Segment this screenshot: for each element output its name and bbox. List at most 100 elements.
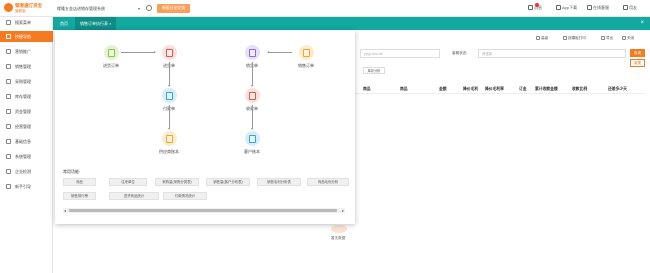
status-select[interactable]: 请选择 <box>478 49 626 58</box>
flow-arrow <box>168 62 171 87</box>
discussion-button[interactable]: 新版讨论交流 <box>157 4 190 13</box>
logo-subtitle: 旗舰版 <box>15 9 26 13</box>
quick-button-partners[interactable]: 往来单位 <box>109 178 147 186</box>
column-header[interactable]: 收款比例 <box>572 87 587 92</box>
close-icon <box>622 36 626 40</box>
column-header[interactable]: 商品 <box>400 87 408 92</box>
sidebar-item-inventory[interactable]: 库存管理 <box>0 91 53 102</box>
online-service-link[interactable]: 在线客服 <box>587 5 609 11</box>
common-functions-title: 常用功能: <box>63 169 81 174</box>
sidebar-item-purchase[interactable]: 采购管理 <box>0 76 53 87</box>
guide-icon <box>6 184 11 189</box>
flow-node-supplier-ledger[interactable]: 供应商账本 <box>152 131 186 155</box>
tab-home[interactable]: 首页 <box>55 17 73 30</box>
user-menu[interactable]: 用友 <box>623 5 637 11</box>
flow-arrow <box>268 52 292 53</box>
flow-node-purchase-order[interactable]: 进货订单 <box>94 45 128 69</box>
horizontal-scrollbar[interactable]: ◂ ▸ <box>63 208 345 213</box>
payment-icon <box>161 88 177 103</box>
tab-sales-order-execution[interactable]: 销售订单执行表 × <box>75 17 117 30</box>
search-button[interactable]: 查询 <box>630 49 645 57</box>
sales-receipt-icon <box>244 45 260 60</box>
column-header[interactable]: 订金 <box>519 87 527 92</box>
empty-illustration-icon <box>331 225 347 233</box>
shield-icon <box>6 169 11 174</box>
filter-icon <box>536 36 540 40</box>
tab-close-icon[interactable]: × <box>109 21 111 26</box>
sales-order-icon <box>298 45 314 60</box>
chevron-down-icon[interactable]: ▾ <box>138 6 140 11</box>
database-icon <box>6 139 11 144</box>
sidebar-item-operations[interactable]: 经营管理 <box>0 121 53 132</box>
close-page-button[interactable]: 关闭 <box>622 36 634 41</box>
column-header[interactable]: 还差多少天 <box>608 87 627 92</box>
sidebar-item-marketing[interactable]: 营销推广 <box>0 46 53 57</box>
sidebar-item-search[interactable]: 搜索菜单 <box>0 17 53 28</box>
table-header: 商品 商品 金额 降价毛利 降价毛利率 订金 累计收款金额 收款比例 还差多少天 <box>353 85 645 94</box>
inventory-analysis-tab[interactable]: 库存分析 <box>363 67 385 74</box>
scrollbar-thumb[interactable] <box>69 209 337 212</box>
column-header[interactable]: 降价毛利 <box>463 87 478 92</box>
scroll-left-icon[interactable]: ◂ <box>64 208 66 213</box>
headset-icon <box>587 5 592 10</box>
box-icon <box>6 94 11 99</box>
sidebar-item-guide[interactable]: 新手引导 <box>0 181 53 192</box>
printer-icon <box>563 36 567 40</box>
date-input[interactable]: yyyy-mm-dd <box>360 49 440 58</box>
flow-arrow <box>121 51 156 53</box>
sidebar-item-sales[interactable]: 销售管理 <box>0 61 53 72</box>
flow-node-sales-order[interactable]: 销售订单 <box>289 45 323 69</box>
column-header[interactable]: 金额 <box>439 87 447 92</box>
status-label: 客服状态: <box>452 51 468 55</box>
column-header[interactable]: 商品 <box>363 87 371 92</box>
export-button[interactable]: 导出 <box>601 36 613 41</box>
purchase-receipt-icon <box>161 45 177 60</box>
quick-button-gross-profit-report[interactable]: 销售毛利分析表 <box>257 178 301 186</box>
flow-arrow <box>168 105 171 130</box>
scroll-right-icon[interactable]: ▸ <box>342 208 344 213</box>
purchase-order-icon <box>103 45 119 60</box>
quick-button-products[interactable]: 商品 <box>63 178 96 186</box>
reset-button[interactable]: 重置 <box>630 59 645 67</box>
sidebar-item-system[interactable]: 系统管理 <box>0 151 53 162</box>
column-header[interactable]: 累计收款金额 <box>535 87 558 92</box>
column-header[interactable]: 降价毛利率 <box>485 87 504 92</box>
app-download-link[interactable]: App下载 <box>556 5 577 11</box>
advanced-button[interactable]: 高级 <box>536 36 548 41</box>
customer-ledger-icon <box>244 131 260 146</box>
sidebar-item-basic-info[interactable]: 基础信息 <box>0 136 53 147</box>
sidebar-item-enterprise-check[interactable]: 企业检测 <box>0 166 53 177</box>
print-template-button[interactable]: 按模板打印 <box>563 36 586 41</box>
top-bar: 钢港通订货宝 旗舰版 缘隆五金店进销存管理系统 ▾ 新版讨论交流 消息 App下… <box>0 0 650 17</box>
chart-icon <box>6 124 11 129</box>
user-icon <box>623 5 628 10</box>
bell-icon <box>528 5 533 10</box>
wallet-icon <box>6 109 11 114</box>
logo[interactable]: 钢港通订货宝 旗舰版 <box>4 2 52 15</box>
compass-icon <box>6 34 11 39</box>
quick-nav-popup: 进货订单 进货单 付款单 供应商账本 销货单 销售订单 收款单 客户账本 常用功… <box>55 30 355 224</box>
quick-button-purchase-stats[interactable]: 进货商品统计 <box>109 192 159 200</box>
cart-icon <box>6 64 11 69</box>
close-icon[interactable]: × <box>640 20 644 26</box>
system-name[interactable]: 缘隆五金店进销存管理系统 <box>57 6 105 12</box>
quick-button-product-gross-profit[interactable]: 商品毛利分析 <box>307 178 349 186</box>
quick-button-sales-ranking[interactable]: 销售排行榜 <box>63 192 96 200</box>
sidebar-item-quick-nav[interactable]: 快捷导航 <box>0 31 53 42</box>
quick-button-sales-volume[interactable]: 销售量(客户分布表) <box>206 178 250 186</box>
logo-mark-icon <box>4 3 13 12</box>
flow-arrow <box>251 62 254 87</box>
flow-arrow <box>251 105 254 130</box>
megaphone-icon <box>6 49 11 54</box>
settings-icon <box>6 154 11 159</box>
export-icon <box>601 36 605 40</box>
tab-bar: 首页 销售订单执行表 × × <box>53 17 650 30</box>
flow-node-customer-ledger[interactable]: 客户账本 <box>235 131 269 155</box>
sidebar: 搜索菜单 快捷导航 营销推广 销售管理 采购管理 库存管理 资金管理 经营管理 … <box>0 17 53 273</box>
sidebar-item-funds[interactable]: 资金管理 <box>0 106 53 117</box>
quick-button-payment-stats[interactable]: 付款情况统计 <box>163 192 207 200</box>
gear-icon[interactable] <box>146 5 152 11</box>
receipt-icon <box>244 88 260 103</box>
search-icon <box>6 20 11 25</box>
quick-button-purchase-volume[interactable]: 采购量(采购分类表) <box>155 178 199 186</box>
